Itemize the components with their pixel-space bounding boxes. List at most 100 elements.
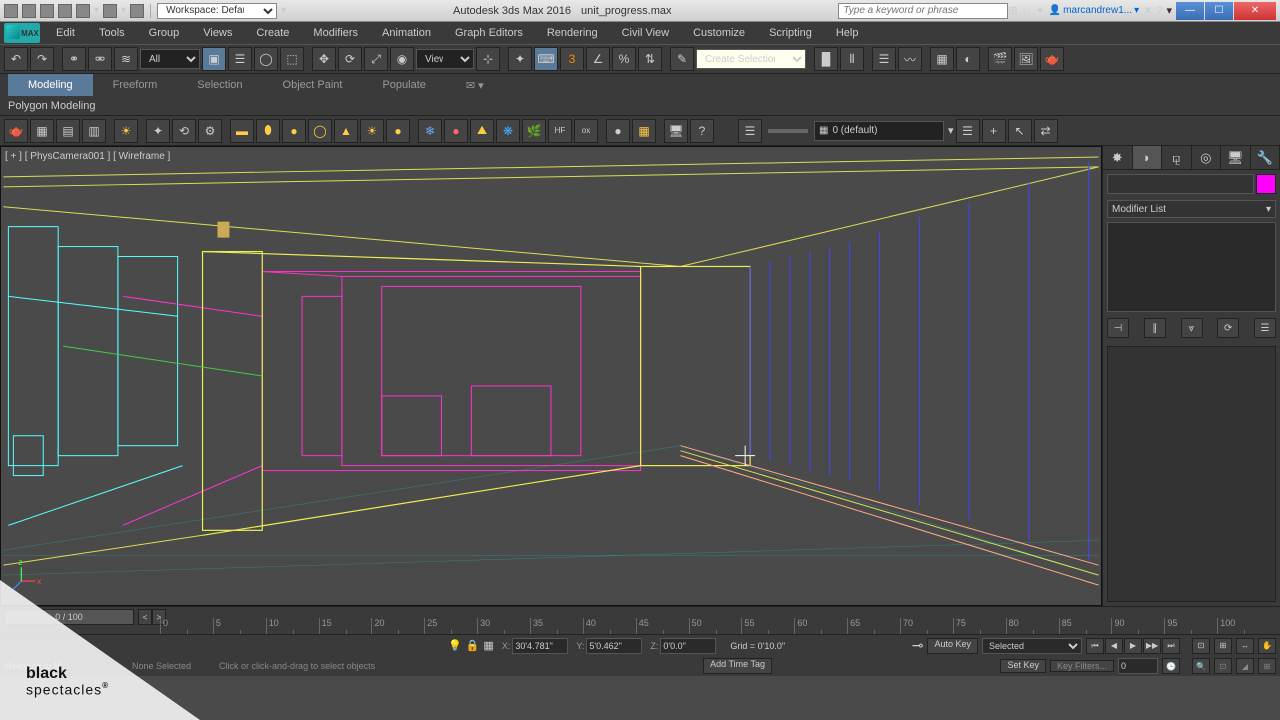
zoom-all-icon[interactable]: ⊡: [1214, 658, 1232, 674]
coord-z-input[interactable]: [660, 638, 716, 654]
goto-start-icon[interactable]: ⏮: [1086, 638, 1104, 654]
autokey-button[interactable]: Auto Key: [927, 638, 978, 654]
tick-100[interactable]: 100: [1217, 618, 1270, 634]
tool-f-icon[interactable]: ⚙: [198, 119, 222, 143]
viewport-label[interactable]: [ + ] [ PhysCamera001 ] [ Wireframe ]: [5, 151, 170, 162]
undo-button[interactable]: ↶: [4, 47, 28, 71]
redo-history-icon[interactable]: ▾: [121, 5, 126, 16]
unlink-button[interactable]: ⚮: [88, 47, 112, 71]
selection-filter-dropdown[interactable]: All: [140, 49, 200, 69]
teapot-icon[interactable]: 🫖: [4, 119, 28, 143]
pin-stack-icon[interactable]: ⊣: [1107, 318, 1129, 338]
menu-create[interactable]: Create: [244, 22, 301, 44]
utilities-tab-icon[interactable]: 🔧: [1251, 146, 1280, 169]
tick-25[interactable]: 25: [424, 618, 477, 634]
redo-icon[interactable]: [103, 4, 117, 18]
tool-e-icon[interactable]: ⟲: [172, 119, 196, 143]
tick-95[interactable]: 95: [1164, 618, 1217, 634]
motion-tab-icon[interactable]: ◎: [1192, 146, 1222, 169]
menu-grapheditors[interactable]: Graph Editors: [443, 22, 535, 44]
bind-button[interactable]: ≋: [114, 47, 138, 71]
tick-55[interactable]: 55: [741, 618, 794, 634]
modifier-stack[interactable]: [1107, 222, 1276, 312]
tick-45[interactable]: 45: [636, 618, 689, 634]
move-button[interactable]: ✥: [312, 47, 336, 71]
tool-a-icon[interactable]: ▦: [30, 119, 54, 143]
nav-c-icon[interactable]: ↔: [1236, 638, 1254, 654]
align-button[interactable]: ⫴: [840, 47, 864, 71]
favorites-icon[interactable]: ☆: [1022, 4, 1032, 17]
menu-tools[interactable]: Tools: [87, 22, 137, 44]
layer-tool-a-icon[interactable]: ☰: [956, 119, 980, 143]
coord-x-input[interactable]: [512, 638, 568, 654]
tab-freeform[interactable]: Freeform: [93, 74, 178, 96]
tab-selection[interactable]: Selection: [177, 74, 262, 96]
search-input[interactable]: [838, 3, 1008, 19]
select-region-button[interactable]: ◯: [254, 47, 278, 71]
help2-icon[interactable]: ?: [690, 119, 714, 143]
maximize-vp-icon[interactable]: ⊞: [1258, 658, 1276, 674]
render-button[interactable]: 🫖: [1040, 47, 1064, 71]
modifier-list-dropdown[interactable]: Modifier List▾: [1107, 200, 1276, 218]
particle-c-icon[interactable]: ⛰: [470, 119, 494, 143]
tick-20[interactable]: 20: [371, 618, 424, 634]
spinner-snap-button[interactable]: ⇅: [638, 47, 662, 71]
tick-75[interactable]: 75: [953, 618, 1006, 634]
object-name-input[interactable]: [1107, 174, 1254, 194]
select-name-button[interactable]: ☰: [228, 47, 252, 71]
modify-tab-icon[interactable]: ◗: [1133, 146, 1163, 169]
particle-a-icon[interactable]: ❄: [418, 119, 442, 143]
tick-40[interactable]: 40: [583, 618, 636, 634]
create-tab-icon[interactable]: ✸: [1103, 146, 1133, 169]
torus-prim-icon[interactable]: ◯: [308, 119, 332, 143]
tick-15[interactable]: 15: [319, 618, 372, 634]
sphere2-icon[interactable]: ●: [606, 119, 630, 143]
keyfilters-button[interactable]: Key Filters...: [1050, 660, 1114, 672]
grid-icon[interactable]: ▦: [632, 119, 656, 143]
next-frame-icon[interactable]: ▶▶: [1143, 638, 1161, 654]
lock-icon[interactable]: 💡: [448, 639, 462, 652]
box-prim-icon[interactable]: ▬: [230, 119, 254, 143]
snap-3-button[interactable]: 3: [560, 47, 584, 71]
schematic-button[interactable]: ▦: [930, 47, 954, 71]
tab-modeling[interactable]: Modeling: [8, 74, 93, 96]
coord-toggle-icon[interactable]: ▦: [483, 639, 493, 652]
tick-60[interactable]: 60: [794, 618, 847, 634]
menu-scripting[interactable]: Scripting: [757, 22, 824, 44]
app-menu-icon[interactable]: [4, 4, 18, 18]
fov-icon[interactable]: ◢: [1236, 658, 1254, 674]
new-icon[interactable]: [22, 4, 36, 18]
curve-editor-button[interactable]: 〰: [898, 47, 922, 71]
tick-65[interactable]: 65: [847, 618, 900, 634]
menu-modifiers[interactable]: Modifiers: [301, 22, 370, 44]
menu-civilview[interactable]: Civil View: [610, 22, 681, 44]
tab-objectpaint[interactable]: Object Paint: [263, 74, 363, 96]
open-icon[interactable]: [40, 4, 54, 18]
zoom-icon[interactable]: 🔍: [1192, 658, 1210, 674]
undo-history-icon[interactable]: ▾: [94, 5, 99, 16]
manipulate-button[interactable]: ✦: [508, 47, 532, 71]
play-icon[interactable]: ▶: [1124, 638, 1142, 654]
nav-a-icon[interactable]: ⊡: [1192, 638, 1210, 654]
sun-icon[interactable]: ☀: [360, 119, 384, 143]
workspace-dropdown[interactable]: Workspace: Default: [157, 3, 277, 19]
menu-views[interactable]: Views: [191, 22, 244, 44]
user-badge[interactable]: 👤 marcandrew1... ▾: [1049, 5, 1139, 16]
pivot-button[interactable]: ⊹: [476, 47, 500, 71]
menu-edit[interactable]: Edit: [44, 22, 87, 44]
layer-explorer-icon[interactable]: ☰: [738, 119, 762, 143]
tick-80[interactable]: 80: [1006, 618, 1059, 634]
exchange-icon[interactable]: ✕: [1143, 4, 1152, 17]
keymode-icon[interactable]: ⊸: [912, 637, 924, 654]
goto-end-icon[interactable]: ⏭: [1162, 638, 1180, 654]
menu-animation[interactable]: Animation: [370, 22, 443, 44]
current-frame-input[interactable]: [1118, 658, 1158, 674]
layer-add-icon[interactable]: +: [982, 119, 1006, 143]
tick-10[interactable]: 10: [266, 618, 319, 634]
particle-d-icon[interactable]: ❋: [496, 119, 520, 143]
hf-icon[interactable]: HF: [548, 119, 572, 143]
tick-5[interactable]: 5: [213, 618, 266, 634]
display-icon[interactable]: 🖥: [664, 119, 688, 143]
ribbon-mail-icon[interactable]: ✉ ▾: [446, 74, 504, 96]
layer-tool-b-icon[interactable]: ⇄: [1034, 119, 1058, 143]
